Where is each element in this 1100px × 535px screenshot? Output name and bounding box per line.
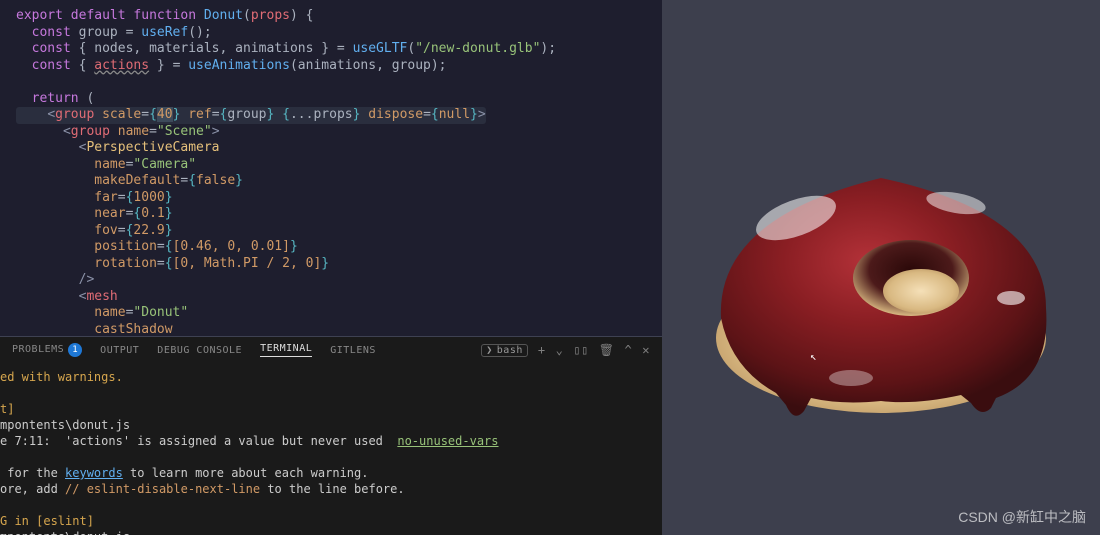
tab-terminal[interactable]: TERMINAL xyxy=(260,343,312,357)
tab-output[interactable]: OUTPUT xyxy=(100,345,139,356)
cursor-icon: ↖ xyxy=(810,350,817,363)
close-icon[interactable]: ✕ xyxy=(642,343,650,357)
chevron-down-icon[interactable]: ⌄ xyxy=(556,343,564,357)
shell-selector[interactable]: ❯bash xyxy=(481,344,528,357)
watermark-text: CSDN @新缸中之脑 xyxy=(958,507,1086,527)
terminal-tab-bar: PROBLEMS1 OUTPUT DEBUG CONSOLE TERMINAL … xyxy=(0,337,662,363)
tab-debug-console[interactable]: DEBUG CONSOLE xyxy=(157,345,242,356)
add-terminal-icon[interactable]: + xyxy=(538,343,546,357)
donut-3d-render xyxy=(696,83,1066,453)
preview-panel[interactable]: ↖ CSDN @新缸中之脑 xyxy=(662,0,1100,535)
trash-icon[interactable]: 🗑 xyxy=(599,343,615,357)
problems-badge: 1 xyxy=(68,343,82,357)
split-panel-icon[interactable]: ▯▯ xyxy=(573,343,588,357)
code-editor[interactable]: export default function Donut(props) { c… xyxy=(0,0,662,336)
tab-gitlens[interactable]: GITLENS xyxy=(330,345,376,356)
tab-problems[interactable]: PROBLEMS1 xyxy=(12,343,82,357)
terminal-panel: PROBLEMS1 OUTPUT DEBUG CONSOLE TERMINAL … xyxy=(0,337,662,535)
chevron-up-icon[interactable]: ^ xyxy=(625,343,633,357)
terminal-output[interactable]: ed with warnings. t] mpontents\donut.js … xyxy=(0,363,662,535)
